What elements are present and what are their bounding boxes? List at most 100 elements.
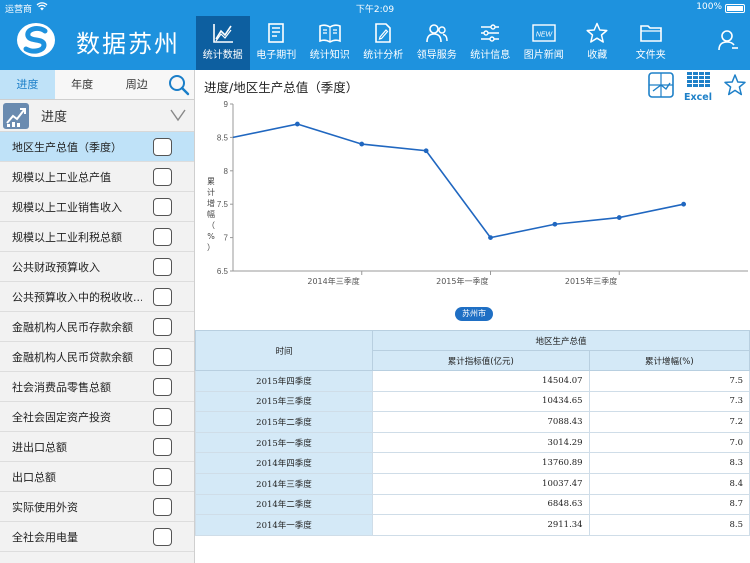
item-checkbox[interactable] [153, 138, 172, 156]
status-bar: 运营商 下午2:09 100% [0, 0, 750, 16]
list-item[interactable]: 公共财政预算收入 [0, 252, 194, 282]
item-checkbox[interactable] [153, 198, 172, 216]
table-row: 2015年二季度 7088.43 7.2 [195, 411, 750, 433]
tab-nearby[interactable]: 周边 [109, 70, 164, 99]
tab-progress[interactable]: 进度 [0, 70, 55, 99]
chart-area: 9 8.5 8 7.5 7 6.5 累计增幅 （% ） 2014年三季度 2015年一季度 2015年… [195, 100, 750, 326]
item-checkbox[interactable] [153, 348, 172, 366]
nav-item-label: 领导服务 [416, 50, 457, 61]
chevron-down-icon [170, 109, 186, 122]
time-column-header: 时间 [195, 330, 373, 371]
y-axis-label-char: 累 [207, 177, 215, 186]
section-header[interactable]: 进度 [0, 100, 194, 132]
app-window: 运营商 下午2:09 100% 数据苏州 统计数据 电子期刊 统计知识 统计分析… [0, 0, 750, 563]
y-axis-label-char: （ [207, 221, 215, 230]
edit-doc-icon [375, 23, 392, 43]
chart-icon [212, 24, 233, 43]
cell-value: 6848.63 [372, 493, 590, 516]
list-item[interactable]: 规模以上工业利税总额 [0, 222, 194, 252]
search-button[interactable] [164, 70, 194, 100]
nav-item-leader-service[interactable]: 领导服务 [410, 16, 464, 70]
list-item[interactable]: 金融机构人民币存款余额 [0, 312, 194, 342]
new-badge-icon: NEW [532, 24, 556, 42]
nav-item-e-journal[interactable]: 电子期刊 [250, 16, 304, 70]
data-point [294, 121, 300, 127]
y-tick-label: 8 [224, 167, 229, 176]
list-item[interactable]: 规模以上工业总产值 [0, 162, 194, 192]
list-item-label: 规模以上工业总产值 [12, 170, 111, 184]
cell-value: 2911.34 [372, 514, 590, 536]
list-item[interactable]: 出口总额 [0, 462, 194, 492]
list-item[interactable]: 地区生产总值（季度） [0, 132, 194, 162]
list-item-label: 社会消费品零售总额 [12, 380, 111, 394]
item-checkbox[interactable] [153, 408, 172, 426]
section-label: 进度 [41, 110, 68, 125]
table-row: 2014年二季度 6848.63 8.7 [195, 493, 750, 516]
chart-view-button[interactable] [648, 72, 674, 98]
item-checkbox[interactable] [153, 468, 172, 486]
list-item[interactable]: 实际使用外资 [0, 492, 194, 522]
item-checkbox[interactable] [153, 258, 172, 276]
nav-item-label: 电子期刊 [256, 50, 297, 61]
list-item[interactable]: 全社会用电量 [0, 522, 194, 552]
region-legend-pill[interactable]: 苏州市 [455, 307, 493, 321]
item-checkbox[interactable] [153, 438, 172, 456]
cell-time: 2015年四季度 [195, 370, 373, 392]
nav-item-favorites[interactable]: 收藏 [571, 16, 625, 70]
cell-time: 2014年三季度 [195, 472, 373, 495]
cell-time: 2015年一季度 [195, 431, 373, 454]
sidebar: 进度 年度 周边 进度 地区生产总值（季度） 规模以上工业总产值 规模以上工业销… [0, 70, 195, 563]
data-point [681, 201, 687, 207]
y-axis-label-char: ） [207, 243, 215, 252]
list-item[interactable]: 公共预算收入中的税收收... [0, 282, 194, 312]
item-checkbox[interactable] [153, 168, 172, 186]
user-profile-button[interactable] [716, 28, 740, 52]
indicator-list: 地区生产总值（季度） 规模以上工业总产值 规模以上工业销售收入 规模以上工业利税… [0, 132, 194, 552]
excel-export-button[interactable]: Excel [684, 71, 712, 103]
list-item[interactable]: 规模以上工业销售收入 [0, 192, 194, 222]
top-nav: 统计数据 电子期刊 统计知识 统计分析 领导服务 统计信息 NEW 图片新闻 收… [196, 16, 678, 70]
chart-view-icon [648, 72, 674, 98]
grid-icon [687, 72, 710, 87]
cell-value: 10434.65 [372, 390, 590, 413]
list-item-label: 全社会用电量 [12, 530, 78, 544]
item-checkbox[interactable] [153, 528, 172, 546]
item-checkbox[interactable] [153, 288, 172, 306]
nav-item-statistics-info[interactable]: 统计信息 [464, 16, 518, 70]
app-logo [14, 20, 58, 60]
value-column-header: 累计指标值(亿元) [372, 350, 590, 371]
cell-growth: 7.5 [588, 370, 750, 392]
item-checkbox[interactable] [153, 228, 172, 246]
list-item[interactable]: 全社会固定资产投资 [0, 402, 194, 432]
people-icon [425, 24, 448, 43]
list-item-label: 金融机构人民币贷款余额 [12, 350, 133, 364]
star-icon [724, 74, 746, 96]
item-checkbox[interactable] [153, 378, 172, 396]
cell-time: 2014年二季度 [195, 493, 373, 516]
y-tick-label: 9 [224, 100, 229, 109]
nav-item-statistics-data[interactable]: 统计数据 [196, 16, 250, 70]
list-item-label: 公共财政预算收入 [12, 260, 100, 274]
nav-item-picture-news[interactable]: NEW 图片新闻 [517, 16, 571, 70]
x-tick-label: 2014年三季度 [307, 276, 359, 286]
nav-item-folder[interactable]: 文件夹 [624, 16, 678, 70]
new-badge-text: NEW [536, 32, 554, 39]
favorite-button[interactable] [723, 73, 747, 97]
data-point [552, 221, 558, 227]
item-checkbox[interactable] [153, 498, 172, 516]
list-item[interactable]: 金融机构人民币贷款余额 [0, 342, 194, 372]
nav-item-statistics-knowledge[interactable]: 统计知识 [303, 16, 357, 70]
list-item[interactable]: 社会消费品零售总额 [0, 372, 194, 402]
y-tick-label: 6.5 [217, 267, 229, 276]
item-checkbox[interactable] [153, 318, 172, 336]
list-item-label: 出口总额 [12, 470, 56, 484]
list-item[interactable]: 进出口总额 [0, 432, 194, 462]
list-item-label: 进出口总额 [12, 440, 67, 454]
cell-value: 13760.89 [372, 452, 590, 474]
battery-percent: 100% [696, 2, 722, 12]
nav-item-statistics-analysis[interactable]: 统计分析 [357, 16, 411, 70]
y-axis-label-char: % [207, 232, 215, 241]
page-title: 进度/地区生产总值（季度） [204, 80, 359, 95]
tab-annual[interactable]: 年度 [55, 70, 110, 99]
folder-icon [639, 25, 662, 42]
